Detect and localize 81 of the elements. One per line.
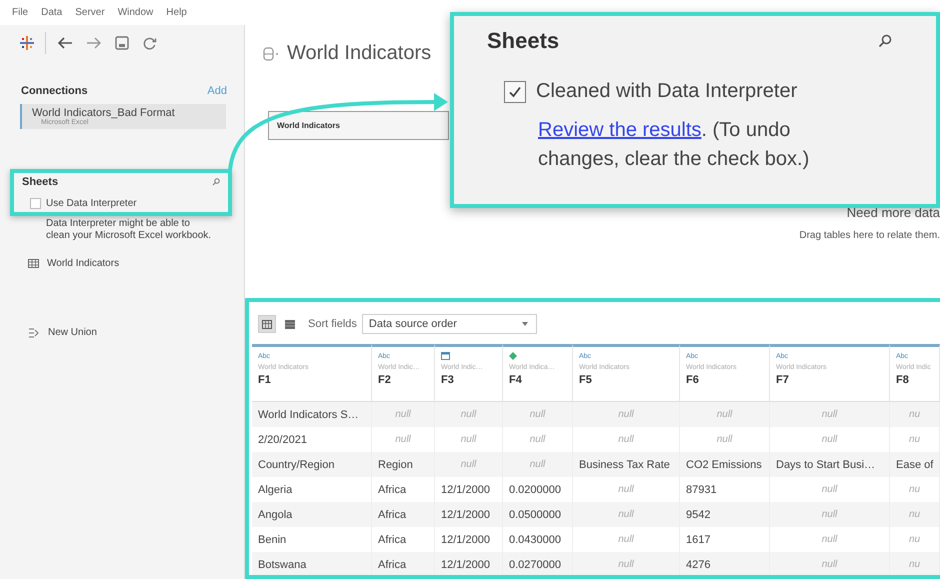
section-title: Sheets [22,176,58,188]
table-cell: Ease of [890,452,940,477]
section-title: Connections [21,85,88,97]
table-cell: Days to Start Busi… [770,452,890,477]
column-name: F8 [896,374,910,386]
table-cell: null [770,552,890,575]
empty-hint: Drag tables here to relate them. [799,230,940,241]
calendar-icon [441,352,450,360]
table-cell: null [435,402,503,427]
refresh-icon[interactable] [142,36,157,50]
connection-name: World Indicators_Bad Format [32,107,176,119]
list-icon [285,320,295,328]
table-cell: Country/Region [252,452,372,477]
database-icon [263,46,281,60]
table-cell: Angola [252,502,372,527]
table-cell: null [770,502,890,527]
menu-item[interactable]: File [12,7,28,18]
column-name: F7 [776,374,790,386]
table-cell: null [573,552,680,575]
menu-item[interactable]: Server [75,7,105,18]
hint-text: Data Interpreter might be able to clean your Microsoft Excel workbook. [46,218,212,242]
menu-item[interactable]: Data [41,7,62,18]
sort-dropdown[interactable]: Data source order [362,314,537,334]
table-cell: null [573,402,680,427]
table-cell: null [372,402,435,427]
table-cell: null [503,402,573,427]
callout-title: Sheets [487,28,560,54]
forward-icon[interactable] [86,36,102,50]
new-union-item[interactable]: New Union [48,327,97,338]
table-cell: Region [372,452,435,477]
union-icon [28,328,40,338]
table-cell: Botswana [252,552,372,575]
table-icon [28,259,39,268]
logo-icon [20,36,34,50]
checkbox-label: Cleaned with Data Interpreter [536,80,798,103]
empty-title: Need more data [846,205,940,220]
data-source-title: World Indicators [287,42,432,65]
table-cell: World Indicators S… [252,402,372,427]
grid-icon [262,320,272,328]
table-cell: 0.0500000 [503,502,573,527]
back-icon[interactable] [57,36,73,50]
review-link[interactable]: Review the results [538,119,702,141]
table-cell: 0.0270000 [503,552,573,575]
table-cell: null [573,502,680,527]
callout-note: Review the results. (To undo changes, clear the check box.) [538,118,810,172]
table-cell: nu [890,502,940,527]
table-cell: null [503,452,573,477]
table-cell: 9542 [680,502,770,527]
menu-item[interactable]: Help [166,7,187,18]
checkbox-label: Use Data Interpreter [46,198,137,209]
table-cell: Africa [372,502,435,527]
column-name: F6 [686,374,700,386]
table-cell: nu [890,552,940,575]
table-cell: 12/1/2000 [435,502,503,527]
table-cell: Business Tax Rate [573,452,680,477]
checkbox[interactable] [504,80,526,102]
sort-label: Sort fields [308,318,357,330]
table-cell: null [435,452,503,477]
menu-item[interactable]: Window [118,7,154,18]
grid-view-button[interactable] [258,315,276,333]
search-icon[interactable] [212,178,220,186]
sheet-item[interactable]: World Indicators [47,258,120,269]
table-cell: CO2 Emissions [680,452,770,477]
column-name: F5 [579,374,593,386]
check-icon [508,84,522,98]
table-cell: Africa [372,552,435,575]
table-cell: 12/1/2000 [435,552,503,575]
table-cell: 4276 [680,552,770,575]
column-name: F3 [441,374,455,386]
column-name: F1 [258,374,272,386]
save-icon[interactable] [115,36,129,50]
column-name: F2 [378,374,392,386]
table-cell: null [680,402,770,427]
column-name: F4 [509,374,523,386]
table-card[interactable]: World Indicators [268,111,449,140]
checkbox[interactable] [30,198,41,209]
caret-icon [522,322,528,326]
table-cell: null [770,402,890,427]
table-cell: nu [890,402,940,427]
number-icon [509,352,517,360]
search-icon[interactable] [878,34,892,48]
